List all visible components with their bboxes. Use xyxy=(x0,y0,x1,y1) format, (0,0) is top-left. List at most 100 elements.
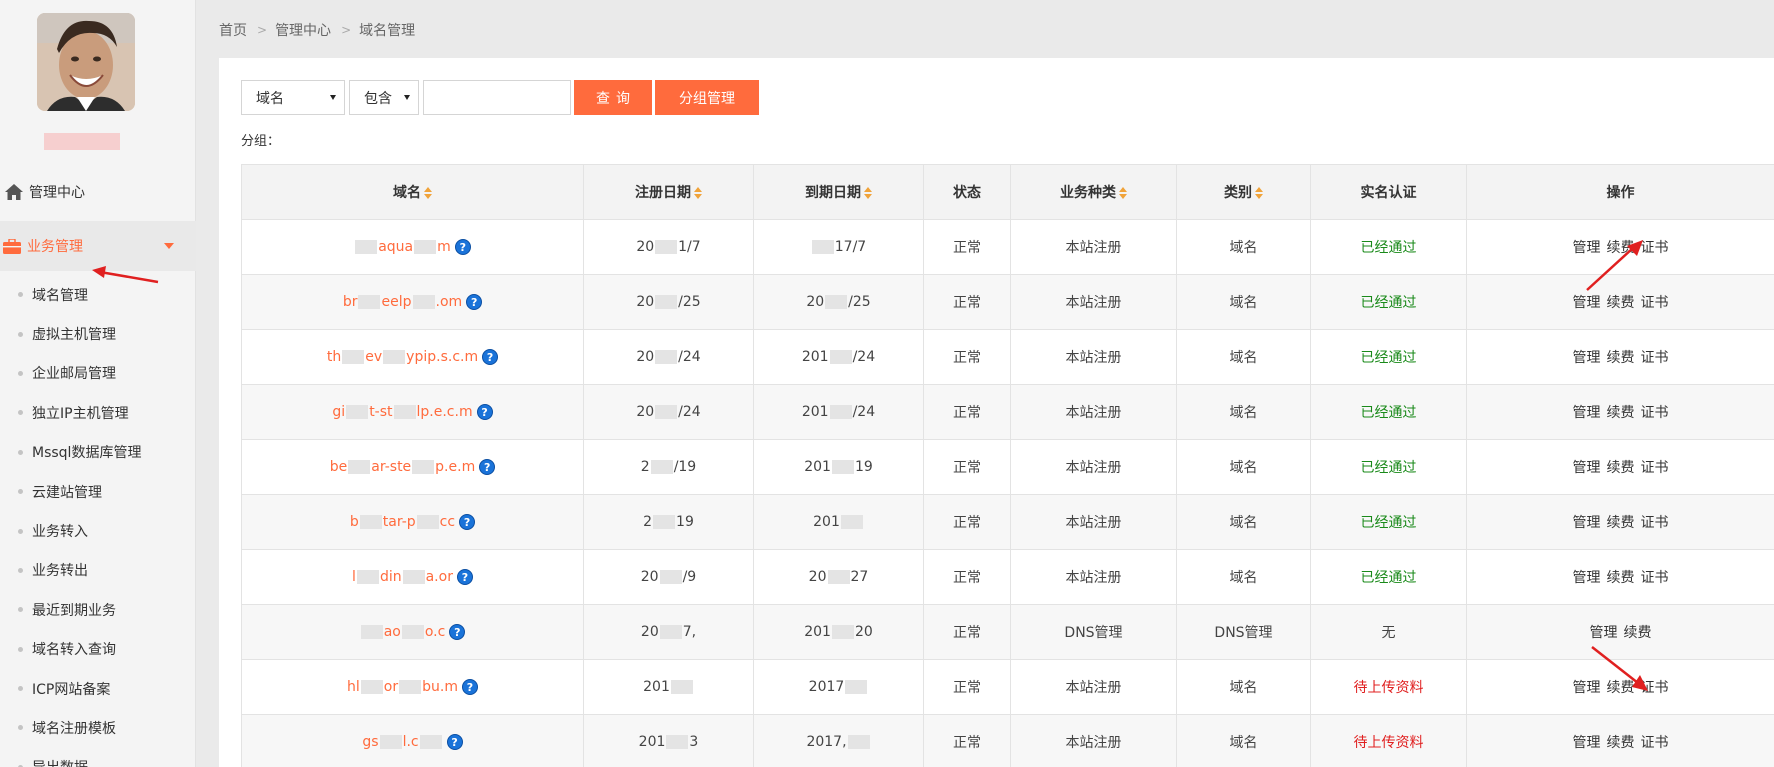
op-manage-link[interactable]: 管理 xyxy=(1573,295,1601,311)
op-certificate-link[interactable]: 证书 xyxy=(1641,735,1669,751)
sidebar-item-label: 业务转出 xyxy=(32,563,88,580)
op-renew-link[interactable]: 续费 xyxy=(1607,405,1635,421)
help-icon[interactable]: ? xyxy=(466,294,483,310)
sort-icon[interactable] xyxy=(1119,187,1127,199)
col-exp-date[interactable]: 到期日期 xyxy=(753,164,924,220)
sidebar-item-expiring[interactable]: 最近到期业务 xyxy=(0,590,196,629)
sidebar-item-mssql[interactable]: Mssql数据库管理 xyxy=(0,433,196,472)
sidebar-item-transfer-in[interactable]: 业务转入 xyxy=(0,511,196,550)
help-icon[interactable]: ? xyxy=(479,459,496,475)
sidebar-item-export[interactable]: 导出数据 xyxy=(0,748,196,767)
cell-domain: b tar-p cc? xyxy=(241,494,584,550)
operator-select-value: 包含 xyxy=(364,90,392,107)
query-button[interactable]: 查询 xyxy=(574,80,652,115)
help-icon[interactable]: ? xyxy=(461,679,478,695)
dropdown-arrow-icon xyxy=(330,95,336,100)
breadcrumb-admin-center[interactable]: 管理中心 xyxy=(275,20,331,40)
domain-link[interactable]: br eelp .om xyxy=(343,294,462,310)
sidebar-item-admin-center[interactable]: 管理中心 xyxy=(0,174,196,210)
op-manage-link[interactable]: 管理 xyxy=(1573,515,1601,531)
domain-link[interactable]: th ev ypip.s.c.m xyxy=(327,349,478,365)
op-certificate-link[interactable]: 证书 xyxy=(1641,405,1669,421)
col-reg-date[interactable]: 注册日期 xyxy=(583,164,754,220)
col-domain[interactable]: 域名 xyxy=(241,164,584,220)
cell-kind: DNS管理 xyxy=(1010,604,1177,660)
op-renew-link[interactable]: 续费 xyxy=(1607,735,1635,751)
breadcrumb-home[interactable]: 首页 xyxy=(219,20,247,40)
op-manage-link[interactable]: 管理 xyxy=(1573,350,1601,366)
op-renew-link[interactable]: 续费 xyxy=(1624,625,1652,641)
sidebar-item-domain-transfer-query[interactable]: 域名转入查询 xyxy=(0,630,196,669)
op-renew-link[interactable]: 续费 xyxy=(1607,460,1635,476)
op-certificate-link[interactable]: 证书 xyxy=(1641,350,1669,366)
field-select[interactable]: 域名 xyxy=(241,80,345,115)
sidebar-item-label: 域名管理 xyxy=(32,287,88,304)
sidebar-item-domain-template[interactable]: 域名注册模板 xyxy=(0,708,196,747)
col-kind[interactable]: 业务种类 xyxy=(1010,164,1177,220)
domain-link[interactable]: ao o.c xyxy=(360,624,445,640)
op-certificate-link[interactable]: 证书 xyxy=(1641,460,1669,476)
sidebar-item-dedicated-ip[interactable]: 独立IP主机管理 xyxy=(0,393,196,432)
masked-text xyxy=(831,625,854,639)
op-manage-link[interactable]: 管理 xyxy=(1573,570,1601,586)
op-certificate-link[interactable]: 证书 xyxy=(1641,295,1669,311)
cell-status: 正常 xyxy=(923,714,1011,767)
op-manage-link[interactable]: 管理 xyxy=(1590,625,1618,641)
masked-text xyxy=(399,680,422,694)
cell-kind: 本站注册 xyxy=(1010,659,1177,715)
chevron-right-icon: > xyxy=(257,23,268,37)
col-category[interactable]: 类别 xyxy=(1176,164,1311,220)
cell-verify: 已经通过 xyxy=(1310,439,1467,495)
op-renew-link[interactable]: 续费 xyxy=(1607,515,1635,531)
table-row: b tar-p cc? 2 19 201 正常 本站注册 域名 已经通过 管理 续费 证书 xyxy=(241,494,1774,550)
op-manage-link[interactable]: 管理 xyxy=(1573,405,1601,421)
help-icon[interactable]: ? xyxy=(459,514,476,530)
briefcase-icon xyxy=(2,236,22,256)
sort-icon[interactable] xyxy=(694,187,702,199)
group-manage-button[interactable]: 分组管理 xyxy=(655,80,759,115)
sidebar-item-label: 独立IP主机管理 xyxy=(32,405,129,422)
help-icon[interactable]: ? xyxy=(456,569,473,585)
avatar[interactable] xyxy=(37,13,135,111)
domain-link[interactable]: l din a.or xyxy=(352,569,453,585)
sidebar-item-site-builder[interactable]: 云建站管理 xyxy=(0,472,196,511)
domain-link[interactable]: gi t-st lp.e.c.m xyxy=(332,404,472,420)
op-manage-link[interactable]: 管理 xyxy=(1573,460,1601,476)
sort-icon[interactable] xyxy=(864,187,872,199)
domain-link[interactable]: be ar-ste p.e.m xyxy=(330,459,475,475)
help-icon[interactable]: ? xyxy=(482,349,499,365)
op-renew-link[interactable]: 续费 xyxy=(1607,350,1635,366)
cell-exp-date: 201/24 xyxy=(753,384,924,440)
col-status: 状态 xyxy=(923,164,1011,220)
sidebar-item-vhost[interactable]: 虚拟主机管理 xyxy=(0,314,196,353)
sidebar-item-icp[interactable]: ICP网站备案 xyxy=(0,669,196,708)
domain-table: 域名 注册日期 到期日期 状态 业务种类 类别 实名认证 操作 aqua m? 20… xyxy=(241,164,1774,767)
help-icon[interactable]: ? xyxy=(454,239,471,255)
domain-link[interactable]: aqua m xyxy=(354,239,451,255)
sort-icon[interactable] xyxy=(424,187,432,199)
search-input[interactable] xyxy=(423,80,571,115)
operator-select[interactable]: 包含 xyxy=(349,80,419,115)
cell-category: 域名 xyxy=(1176,714,1311,767)
op-certificate-link[interactable]: 证书 xyxy=(1641,515,1669,531)
domain-link[interactable]: hl or bu.m xyxy=(347,679,458,695)
op-certificate-link[interactable]: 证书 xyxy=(1641,570,1669,586)
masked-text xyxy=(419,735,442,749)
help-icon[interactable]: ? xyxy=(446,734,463,750)
op-renew-link[interactable]: 续费 xyxy=(1607,295,1635,311)
sort-icon[interactable] xyxy=(1255,187,1263,199)
cell-category: 域名 xyxy=(1176,384,1311,440)
masked-text xyxy=(401,625,424,639)
masked-text xyxy=(825,295,848,309)
cell-status: 正常 xyxy=(923,329,1011,385)
op-manage-link[interactable]: 管理 xyxy=(1573,735,1601,751)
domain-link[interactable]: b tar-p cc xyxy=(350,514,455,530)
masked-text xyxy=(356,570,379,584)
help-icon[interactable]: ? xyxy=(476,404,493,420)
domain-link[interactable]: gs l.c xyxy=(362,734,442,750)
masked-text xyxy=(358,295,381,309)
sidebar-item-transfer-out[interactable]: 业务转出 xyxy=(0,551,196,590)
op-renew-link[interactable]: 续费 xyxy=(1607,570,1635,586)
help-icon[interactable]: ? xyxy=(449,624,466,640)
sidebar-item-mail[interactable]: 企业邮局管理 xyxy=(0,354,196,393)
